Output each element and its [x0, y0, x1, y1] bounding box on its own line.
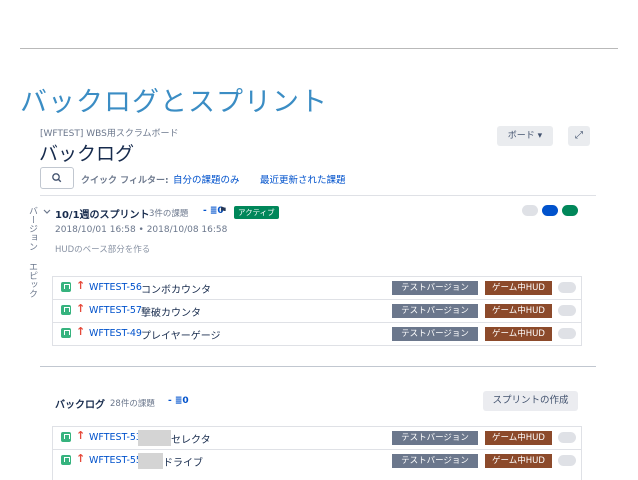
chevron-down-icon[interactable]: [43, 208, 51, 216]
priority-high-icon: ↑: [76, 452, 86, 465]
estimate-pill: [558, 282, 576, 293]
backlog-issue-count: 28件の課題: [110, 399, 155, 409]
issue-row[interactable]: ↑ WFTEST-56 コンボカウンタ テストバージョン ゲーム中HUD: [53, 277, 581, 300]
sprint-issue-list: ↑ WFTEST-56 コンボカウンタ テストバージョン ゲーム中HUD ↑ W…: [52, 276, 582, 346]
redacted-block: [138, 430, 171, 446]
create-sprint-button[interactable]: スプリントの作成: [483, 391, 578, 411]
issue-key[interactable]: WFTEST-55: [89, 455, 142, 466]
board-menu-button[interactable]: ボード ▾: [497, 126, 553, 146]
issue-summary: ドライブ: [163, 458, 203, 469]
search-icon: [52, 173, 62, 183]
priority-high-icon: ↑: [76, 429, 86, 442]
story-icon: [61, 282, 71, 292]
issue-key[interactable]: WFTEST-49: [89, 328, 142, 339]
issue-key[interactable]: WFTEST-56: [89, 282, 142, 293]
issue-row[interactable]: ↑ WFTEST-49 プレイヤーゲージ テストバージョン ゲーム中HUD: [53, 323, 581, 345]
version-label: テストバージョン: [392, 327, 478, 341]
tab-versions[interactable]: バージョン: [26, 206, 39, 251]
version-label: テストバージョン: [392, 431, 478, 445]
status-dot-todo: [522, 205, 538, 216]
estimate-pill: [558, 328, 576, 339]
status-badge: アクティブ: [234, 206, 279, 219]
sprint-goal: HUDのベース部分を作る: [55, 245, 151, 255]
epic-label: ゲーム中HUD: [485, 304, 552, 318]
estimate-pill: [558, 305, 576, 316]
priority-high-icon: ↑: [76, 302, 86, 315]
issue-key[interactable]: WFTEST-53: [89, 432, 142, 443]
version-label: テストバージョン: [392, 281, 478, 295]
top-divider: [20, 48, 618, 49]
page-heading: バックログとスプリント: [20, 87, 328, 118]
story-icon: [61, 305, 71, 315]
quick-filter-label: クイック フィルター:: [81, 176, 169, 186]
story-icon: [61, 432, 71, 442]
section-divider: [40, 366, 596, 367]
story-icon: [61, 328, 71, 338]
epic-label: ゲーム中HUD: [485, 327, 552, 341]
flag-icon: ⚑: [219, 206, 228, 216]
issue-row[interactable]: ↑ WFTEST-57 撃破カウンタ テストバージョン ゲーム中HUD: [53, 300, 581, 323]
issue-key[interactable]: WFTEST-57: [89, 305, 142, 316]
status-dot-in-progress: [542, 205, 558, 216]
epic-label: ゲーム中HUD: [485, 281, 552, 295]
status-dot-done: [562, 205, 578, 216]
sprint-issue-count: 3件の課題: [149, 209, 189, 219]
issue-summary: コンボカウンタ: [141, 285, 211, 296]
backlog-issue-list: ↑ WFTEST-53 セレクタ テストバージョン ゲーム中HUD ↑ WFTE…: [52, 426, 582, 480]
search-input[interactable]: [40, 167, 74, 189]
backlog-name: バックログ: [55, 400, 105, 411]
filter-divider: [40, 195, 596, 196]
filter-my-issues[interactable]: 自分の課題のみ: [173, 172, 240, 186]
board-title: バックログ: [39, 143, 135, 165]
issue-summary: プレイヤーゲージ: [141, 331, 221, 342]
version-label: テストバージョン: [392, 454, 478, 468]
issue-summary: セレクタ: [171, 435, 211, 446]
tab-epics[interactable]: エピック: [26, 262, 39, 298]
filter-recently-updated[interactable]: 最近更新された課題: [260, 172, 346, 186]
issue-summary: 撃破カウンタ: [141, 308, 201, 319]
expand-icon[interactable]: ⤢: [568, 126, 590, 146]
estimate-pill: [558, 455, 576, 466]
issue-row[interactable]: ↑ WFTEST-55 ドライブ テストバージョン ゲーム中HUD: [53, 450, 581, 472]
redacted-block: [138, 453, 163, 469]
issue-row[interactable]: ↑ WFTEST-53 セレクタ テストバージョン ゲーム中HUD: [53, 427, 581, 450]
epic-label: ゲーム中HUD: [485, 431, 552, 445]
version-label: テストバージョン: [392, 304, 478, 318]
estimate-pill: [558, 432, 576, 443]
priority-high-icon: ↑: [76, 325, 86, 338]
priority-high-icon: ↑: [76, 279, 86, 292]
story-icon: [61, 455, 71, 465]
breadcrumb[interactable]: [WFTEST] WBS用スクラムボード: [40, 126, 179, 139]
backlog-estimate: - ≣0: [168, 396, 189, 406]
epic-label: ゲーム中HUD: [485, 454, 552, 468]
sprint-name[interactable]: 10/1週のスプリント: [55, 206, 150, 221]
sprint-dates: 2018/10/01 16:58 • 2018/10/08 16:58: [55, 225, 228, 235]
